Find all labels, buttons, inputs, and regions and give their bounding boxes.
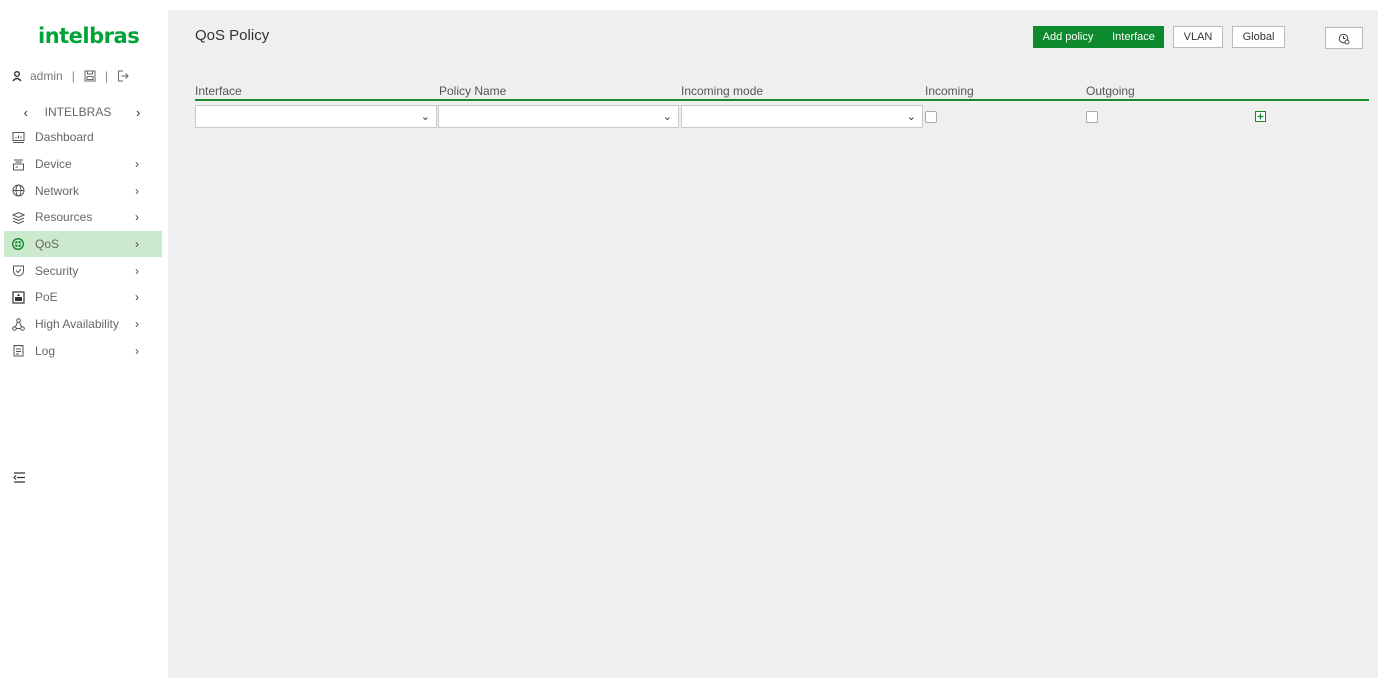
refresh-button[interactable] xyxy=(1325,27,1363,49)
column-header-outgoing: Outgoing xyxy=(1086,84,1135,98)
sidebar-item-label: Log xyxy=(35,343,56,358)
sidebar-item-high-availability[interactable]: High Availability › xyxy=(4,311,162,338)
sidebar-item-security[interactable]: Security › xyxy=(4,257,162,284)
nodes-icon xyxy=(4,317,32,331)
sidebar-item-label: Security xyxy=(35,263,79,278)
page-title: QoS Policy xyxy=(195,27,270,44)
sidebar-item-resources[interactable]: Resources › xyxy=(4,204,162,231)
username: admin xyxy=(30,69,63,83)
sidebar-item-label: PoE xyxy=(35,290,58,305)
next-device-icon[interactable]: › xyxy=(128,105,168,120)
sidebar-item-qos[interactable]: QoS › xyxy=(4,230,162,258)
column-header-incoming: Incoming xyxy=(925,84,974,98)
logout-icon[interactable] xyxy=(117,70,129,82)
sidebar-item-label: Device xyxy=(35,157,72,172)
chevron-right-icon: › xyxy=(135,317,139,332)
sidebar-item-label: Network xyxy=(35,183,80,198)
sidebar-item-label: Dashboard xyxy=(35,130,94,145)
poe-icon xyxy=(4,291,32,304)
prev-device-icon[interactable]: ‹ xyxy=(0,105,28,120)
sidebar-item-log[interactable]: Log › xyxy=(4,338,162,365)
column-header-incoming-mode: Incoming mode xyxy=(681,84,764,98)
outgoing-checkbox[interactable] xyxy=(1086,111,1098,123)
qos-icon xyxy=(4,237,32,251)
shield-icon xyxy=(4,264,32,277)
sidebar-item-dashboard[interactable]: Dashboard xyxy=(4,124,162,151)
column-header-policy-name: Policy Name xyxy=(439,84,507,98)
globe-icon xyxy=(4,184,32,197)
incoming-mode-select[interactable]: ⌄ xyxy=(681,105,923,128)
save-icon[interactable] xyxy=(84,70,96,82)
log-icon xyxy=(4,344,32,357)
chevron-right-icon: › xyxy=(135,183,139,198)
user-bar: admin | | xyxy=(12,69,129,83)
device-switcher: ‹ INTELBRAS › xyxy=(0,102,168,122)
sidebar-item-network[interactable]: Network › xyxy=(4,177,162,204)
column-header-interface: Interface xyxy=(195,84,242,98)
sidebar-item-label: Resources xyxy=(35,210,93,225)
sidebar: intelbras admin | | ‹ INTELBRAS › Dashbo… xyxy=(0,0,168,678)
chevron-right-icon: › xyxy=(135,237,139,252)
tab-vlan[interactable]: VLAN xyxy=(1173,26,1223,48)
chevron-down-icon: ⌄ xyxy=(906,111,916,123)
chevron-down-icon: ⌄ xyxy=(662,111,672,123)
add-row-icon[interactable] xyxy=(1255,111,1266,125)
chevron-right-icon: › xyxy=(135,263,139,278)
layers-icon xyxy=(4,211,32,224)
incoming-checkbox[interactable] xyxy=(925,111,937,123)
brand-logo: intelbras xyxy=(38,24,140,48)
sidebar-item-label: High Availability xyxy=(35,317,119,332)
chevron-right-icon: › xyxy=(135,290,139,305)
divider: | xyxy=(71,69,75,83)
sidebar-item-poe[interactable]: PoE › xyxy=(4,284,162,311)
chevron-right-icon: › xyxy=(135,210,139,225)
device-name: INTELBRAS xyxy=(44,105,112,119)
sidebar-item-device[interactable]: Device › xyxy=(4,151,162,178)
chevron-right-icon: › xyxy=(135,157,139,172)
chevron-right-icon: › xyxy=(135,343,139,358)
main-content: QoS Policy Add policy Interface VLAN Glo… xyxy=(168,10,1378,678)
refresh-icon xyxy=(1338,32,1350,52)
policy-name-select[interactable]: ⌄ xyxy=(438,105,679,128)
add-policy-button[interactable]: Add policy xyxy=(1033,26,1103,48)
user-icon xyxy=(12,70,22,82)
table-header: Interface Policy Name Incoming mode Inco… xyxy=(195,82,1369,101)
sidebar-item-label: QoS xyxy=(35,237,60,252)
interface-select[interactable]: ⌄ xyxy=(195,105,437,128)
tab-global[interactable]: Global xyxy=(1232,26,1285,48)
tab-interface[interactable]: Interface xyxy=(1103,26,1164,48)
device-icon xyxy=(4,158,32,171)
divider: | xyxy=(104,69,108,83)
dashboard-icon xyxy=(4,131,32,144)
sidebar-menu: Dashboard Device › Network › Resources › xyxy=(4,124,162,364)
collapse-sidebar-icon[interactable] xyxy=(13,472,26,486)
chevron-down-icon: ⌄ xyxy=(420,111,430,123)
